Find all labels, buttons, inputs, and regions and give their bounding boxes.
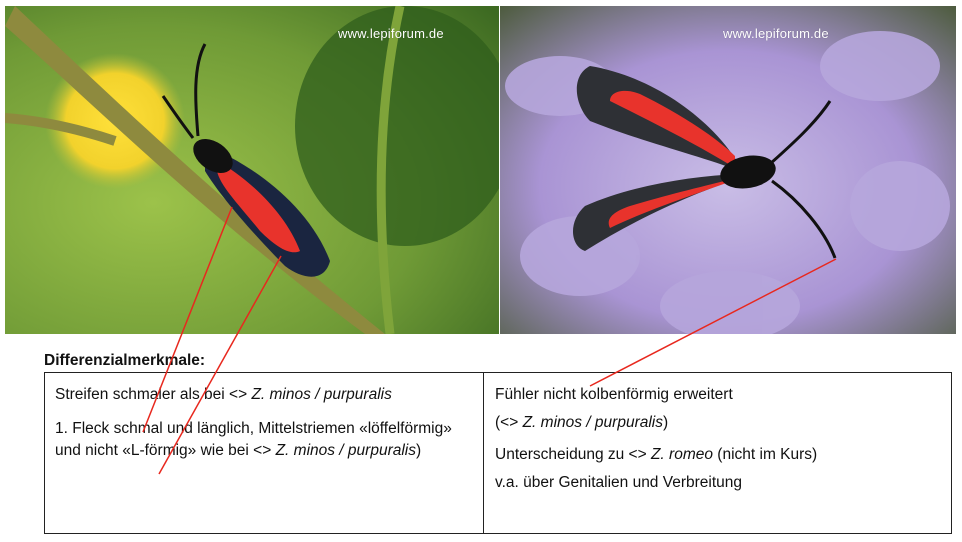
right-line-2-open: (<> [495,414,523,431]
right-line-3-species: Z. romeo [650,446,713,463]
right-line-3: Unterscheidung zu <> Z. romeo (nicht im … [495,444,941,466]
left-line-1: Streifen schmaler als bei <> Z. minos / … [55,384,473,406]
right-line-2-close: ) [663,414,669,431]
left-line-2-species: Z. minos / purpuralis [275,442,416,459]
right-line-3-end: (nicht im Kurs) [712,446,818,463]
watermark-right: www.lepiforum.de [723,26,829,41]
right-line-2-species: Z. minos / purpuralis [522,414,663,431]
moth-photo-left: www.lepiforum.de [5,6,499,334]
watermark-left: www.lepiforum.de [338,26,444,41]
left-line-2: 1. Fleck schmal und länglich, Mittelstri… [55,418,473,462]
left-line-1-text: Streifen schmaler als bei <> [55,386,252,403]
table-cell-right: Fühler nicht kolbenförmig erweitert (<> … [484,373,951,533]
right-line-3-text: Unterscheidung zu <> [495,446,651,463]
section-heading: Differenzialmerkmale: [44,352,206,369]
right-line-4: v.a. über Genitalien und Verbreitung [495,474,743,491]
moth-photo-right: www.lepiforum.de [500,6,956,334]
table-cell-left: Streifen schmaler als bei <> Z. minos / … [45,373,484,533]
left-line-2-end: ) [416,442,422,459]
left-line-1-species: Z. minos / purpuralis [251,386,392,403]
differential-table: Streifen schmaler als bei <> Z. minos / … [44,372,952,534]
right-line-1: Fühler nicht kolbenförmig erweitert [495,386,733,403]
right-line-2: (<> Z. minos / purpuralis) [495,412,941,434]
